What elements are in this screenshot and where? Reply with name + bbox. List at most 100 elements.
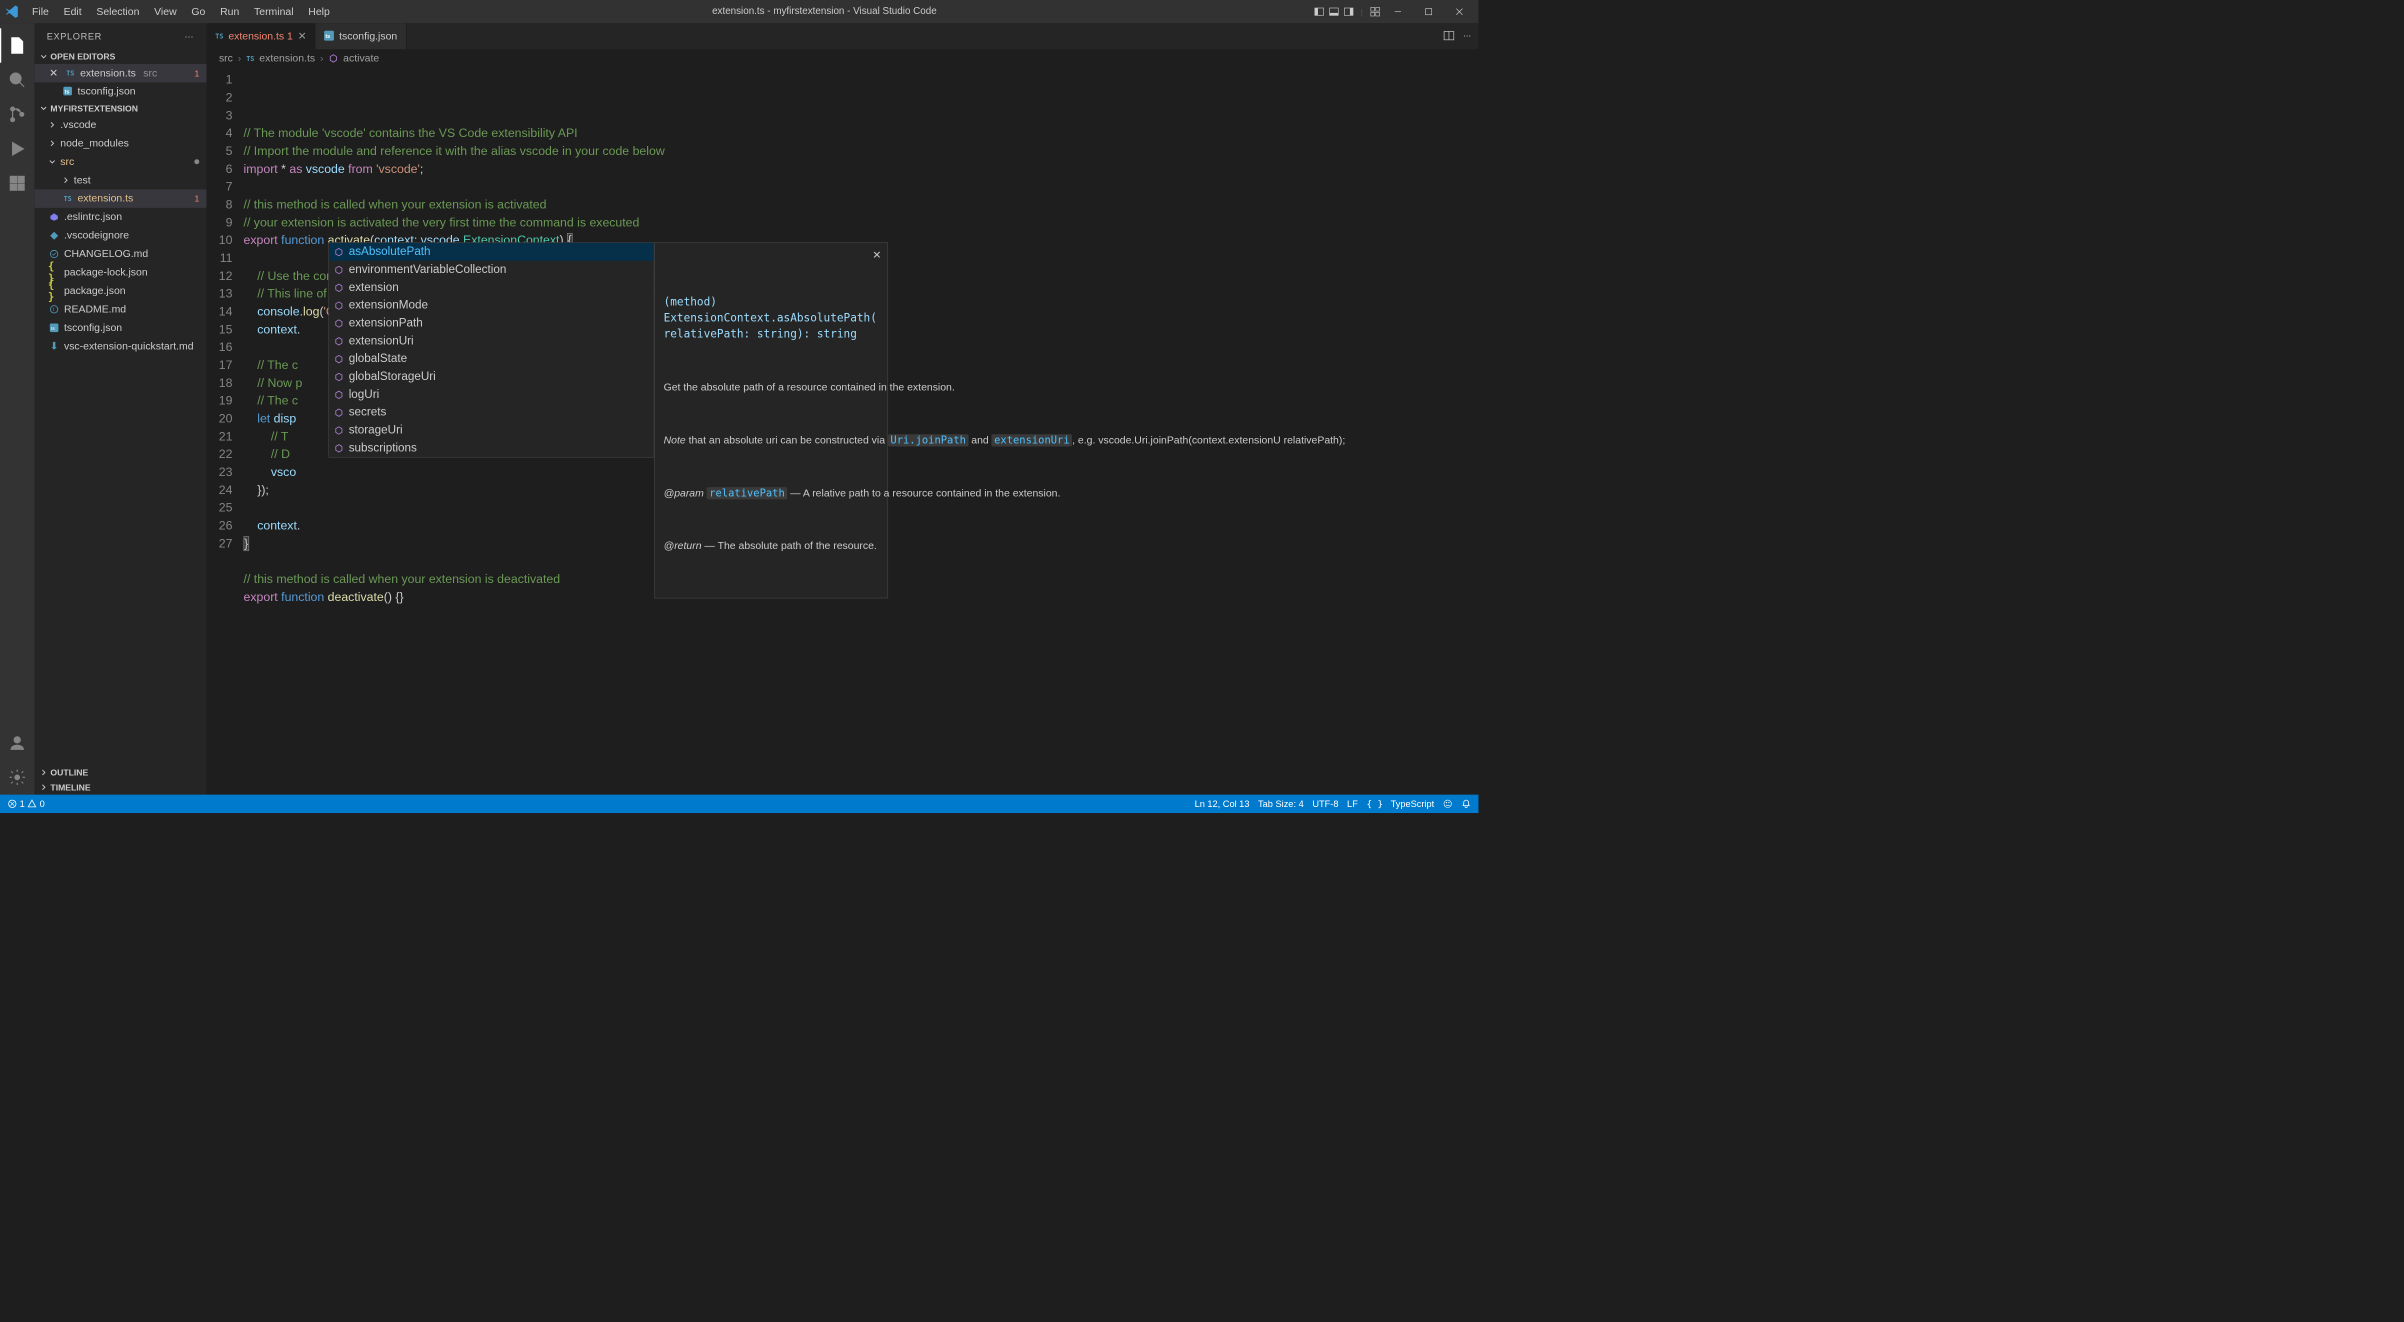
intellisense-item[interactable]: extensionPath [329,314,654,332]
debug-activity[interactable] [0,132,34,166]
method-icon [328,54,338,64]
split-editor-icon[interactable] [1443,30,1454,43]
method-icon [334,425,344,435]
menu-file[interactable]: File [26,3,55,20]
explorer-header: EXPLORER ⋯ [34,23,206,49]
method-icon [334,372,344,382]
extensions-activity[interactable] [0,166,34,200]
tree-item[interactable]: node_modules [34,134,206,152]
ts-icon: TS [215,32,223,40]
status-feedback[interactable] [1443,799,1453,809]
code-lines[interactable]: // The module 'vscode' contains the VS C… [244,68,1479,795]
more-actions-icon[interactable]: ⋯ [1463,31,1471,41]
menu-help[interactable]: Help [302,3,336,20]
open-editors-label: OPEN EDITORS [50,52,115,62]
intellisense-item[interactable]: storageUri [329,421,654,439]
menu-bar: FileEditSelectionViewGoRunTerminalHelp [26,3,336,20]
editor-tabs: TSextension.ts 1✕tstsconfig.json ⋯ [207,23,1479,49]
status-bell[interactable] [1461,799,1471,809]
warning-icon [27,799,37,809]
timeline-label: TIMELINE [50,782,90,792]
intellisense-item[interactable]: globalStorageUri [329,368,654,386]
intellisense-item[interactable]: extensionMode [329,296,654,314]
project-label: MYFIRSTEXTENSION [50,103,138,113]
layout-customize-icon[interactable] [1369,6,1381,18]
chevron-right-icon [39,768,48,777]
method-icon [334,336,344,346]
search-activity[interactable] [0,63,34,97]
status-cursor[interactable]: Ln 12, Col 13 [1195,799,1250,809]
outline-section[interactable]: OUTLINE [34,765,206,780]
intellisense-popup[interactable]: asAbsolutePathenvironmentVariableCollect… [328,242,654,457]
layout-left-icon[interactable] [1313,6,1325,18]
method-icon [334,390,344,400]
method-icon [334,354,344,364]
accounts-activity[interactable] [0,726,34,760]
vscode-logo-icon [5,4,20,19]
layout-bottom-icon[interactable] [1328,6,1340,18]
intellisense-item[interactable]: subscriptions [329,439,654,457]
tree-item[interactable]: { }package.json [34,282,206,300]
menu-terminal[interactable]: Terminal [248,3,300,20]
close-doc-icon[interactable]: ✕ [873,248,882,263]
editor-tab[interactable]: tstsconfig.json [316,23,407,49]
tree-item[interactable]: src [34,153,206,171]
project-section[interactable]: MYFIRSTEXTENSION [34,101,206,116]
intellisense-item[interactable]: extensionUri [329,332,654,350]
status-lang[interactable]: { } TypeScript [1366,798,1434,809]
more-icon[interactable]: ⋯ [185,31,195,42]
menu-edit[interactable]: Edit [57,3,87,20]
settings-activity[interactable] [0,760,34,794]
close-tab-icon[interactable]: ✕ [298,30,307,42]
intellisense-item[interactable]: asAbsolutePath [329,243,654,261]
breadcrumb-folder[interactable]: src [219,52,233,64]
explorer-sidebar: EXPLORER ⋯ OPEN EDITORS ✕TSextension.ts … [34,23,206,794]
breadcrumb-symbol[interactable]: activate [343,52,379,64]
breadcrumb-file[interactable]: extension.ts [259,52,315,64]
open-editor-item[interactable]: ✕TSextension.ts src1 [34,64,206,82]
open-editor-item[interactable]: tstsconfig.json [34,82,206,100]
code-editor[interactable]: 1234567891011121314151617181920212223242… [207,68,1479,795]
doc-desc: Get the absolute path of a resource cont… [664,380,879,395]
ts-icon: TS [66,69,74,77]
tree-item[interactable]: test [34,171,206,189]
bell-icon [1461,799,1471,809]
menu-view[interactable]: View [148,3,183,20]
editor-tab[interactable]: TSextension.ts 1✕ [207,23,316,49]
intellisense-doc: ✕ (method) ExtensionContext.asAbsolutePa… [654,242,888,598]
layout-right-icon[interactable] [1342,6,1354,18]
menu-go[interactable]: Go [185,3,211,20]
svg-text:ts: ts [51,326,55,332]
intellisense-item[interactable]: logUri [329,386,654,404]
intellisense-item[interactable]: environmentVariableCollection [329,261,654,279]
tree-item[interactable]: ◆.vscodeignore [34,226,206,244]
intellisense-item[interactable]: globalState [329,350,654,368]
method-icon [334,265,344,275]
maximize-button[interactable] [1415,1,1443,22]
svg-text:ts: ts [326,34,331,40]
intellisense-item[interactable]: extension [329,279,654,297]
status-errors[interactable]: 1 0 [7,799,44,809]
scm-activity[interactable] [0,97,34,131]
ts-icon: ts [324,30,334,42]
tree-item[interactable]: .eslintrc.json [34,208,206,226]
tree-item[interactable]: TSextension.ts1 [34,189,206,207]
doc-note: Note that an absolute uri can be constru… [664,433,879,448]
close-button[interactable] [1445,1,1473,22]
menu-selection[interactable]: Selection [90,3,145,20]
status-eol[interactable]: LF [1347,799,1358,809]
svg-text:i: i [53,307,54,313]
open-editors-section[interactable]: OPEN EDITORS [34,49,206,64]
tree-item[interactable]: .vscode [34,116,206,134]
menu-run[interactable]: Run [214,3,245,20]
tree-item[interactable]: ⬇vsc-extension-quickstart.md [34,337,206,355]
breadcrumb[interactable]: src › TS extension.ts › activate [207,49,1479,67]
status-tabsize[interactable]: Tab Size: 4 [1258,799,1304,809]
intellisense-item[interactable]: secrets [329,403,654,421]
explorer-activity[interactable] [0,28,34,62]
minimize-button[interactable] [1384,1,1412,22]
status-encoding[interactable]: UTF-8 [1312,799,1338,809]
tree-item[interactable]: tstsconfig.json [34,319,206,337]
titlebar: FileEditSelectionViewGoRunTerminalHelp e… [0,0,1478,23]
timeline-section[interactable]: TIMELINE [34,780,206,795]
